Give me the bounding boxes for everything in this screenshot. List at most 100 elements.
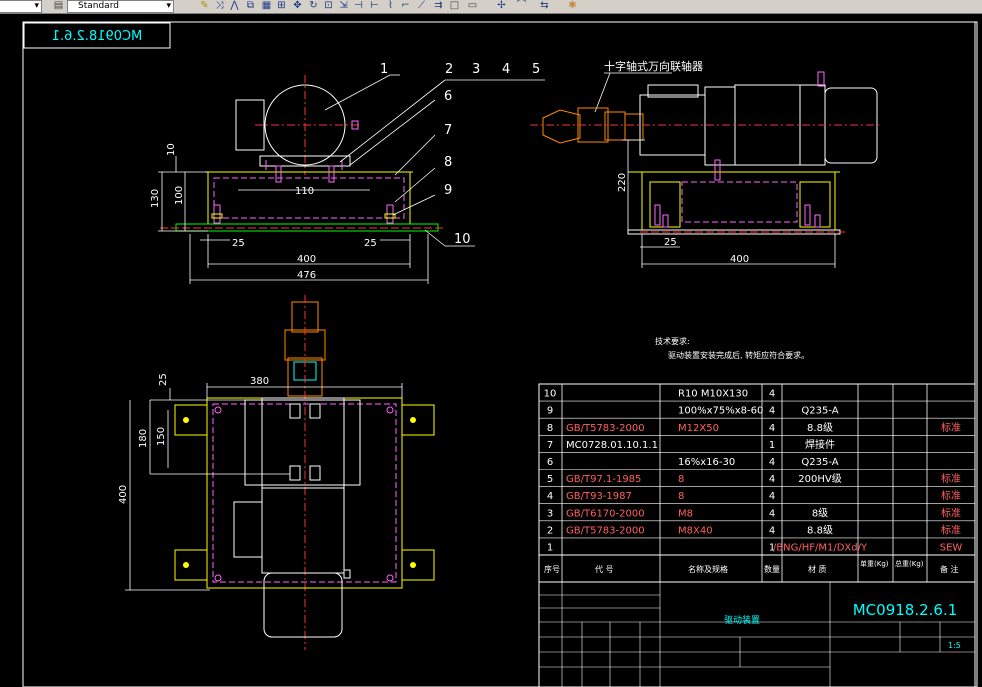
- callout-5: 5: [532, 62, 540, 77]
- grid-icon[interactable]: ▦: [260, 0, 273, 12]
- dim-130: 130: [150, 189, 161, 208]
- title-block: 驱动装置 MC0918.2.6.1 1:5: [538, 581, 976, 687]
- tech-req-text: 驱动装置安装完成后, 转矩应符合要求。: [668, 350, 809, 360]
- bom-cell-name: 100%x75%x8-60: [678, 406, 763, 417]
- bom-cell-code: GB/T93-1987: [566, 491, 632, 502]
- bom-header-name: 名称及规格: [688, 564, 728, 574]
- bom-header-material: 材 质: [808, 564, 827, 574]
- bom-cell-no: 9: [547, 406, 553, 417]
- side-frame: [641, 171, 836, 231]
- copy-icon[interactable]: ⧉: [244, 0, 257, 12]
- plan-view: 380 25 180 150 400: [118, 295, 435, 650]
- bom-cell-note: 标准: [941, 507, 961, 519]
- bom-cell-name: M8: [678, 508, 693, 519]
- callout-4: 4: [502, 62, 510, 77]
- mirror-icon[interactable]: ⋀: [228, 0, 241, 12]
- bom-cell-qty: 4: [769, 423, 775, 434]
- callout-1: 1: [380, 62, 388, 77]
- scale-icon[interactable]: ⊡: [322, 0, 335, 12]
- coupling-label: 十字轴式万向联轴器: [604, 59, 703, 73]
- break-icon[interactable]: ⌇: [384, 0, 397, 12]
- join-icon[interactable]: ⟋: [415, 0, 428, 12]
- bom-cell-material: 8.8级: [807, 422, 833, 434]
- bom-cell-note: SEW: [940, 543, 963, 554]
- dim-25-side: 25: [664, 237, 677, 248]
- callout-7: 7: [444, 123, 452, 138]
- bom-cell-no: 6: [547, 457, 553, 468]
- bom-header-code: 代 号: [595, 564, 614, 574]
- rect-icon[interactable]: □: [448, 0, 461, 12]
- drawing-scale: 1:5: [948, 641, 961, 650]
- drawing-number: MC0918.2.6.1: [853, 601, 958, 619]
- bom-header-note: 备 注: [940, 564, 959, 574]
- text-style-dropdown[interactable]: Standard ▾: [67, 0, 174, 13]
- explode-icon[interactable]: ✢: [495, 0, 508, 12]
- bom-cell-name: M12X50: [678, 423, 719, 434]
- dim-25-right: 25: [364, 238, 377, 249]
- bom-cell-note: 标准: [941, 473, 961, 485]
- bom-cell-qty: 4: [769, 457, 775, 468]
- bom-cell-name: 16%x16-30: [678, 457, 735, 468]
- dim-400-front: 400: [297, 254, 316, 265]
- bom-cell-material: 焊接件: [805, 438, 835, 451]
- side-view: 十字轴式万向联轴器 220 25 400: [530, 59, 880, 268]
- bom-cell-qty: 4: [769, 508, 775, 519]
- bom-cell-code: GB/T5783-2000: [566, 525, 645, 536]
- layer-dropdown[interactable]: ▾: [0, 0, 42, 13]
- bom-cell-qty: 4: [769, 474, 775, 485]
- array-icon[interactable]: ⊞: [275, 0, 288, 12]
- chamfer-icon[interactable]: ⌐: [399, 0, 412, 12]
- callout-leaders: [324, 74, 545, 247]
- bom-cell-code: MC0728.01.10.1.1: [566, 440, 658, 451]
- text-style-icon: ▤: [53, 0, 64, 11]
- toolbar: ▾ ▤ Standard ▾ ✎ ⤨ ⋀ ⧉ ▦ ⊞ ✥ ↻ ⊡ ⇲ ⊣ ⊢ ⌇ …: [0, 0, 982, 14]
- bom-header-total-weight: 总重(Kg): [895, 559, 924, 568]
- square-icon[interactable]: ▭: [466, 0, 479, 12]
- move-icon[interactable]: ⤨: [213, 0, 226, 12]
- extend-icon[interactable]: ⊢: [368, 0, 381, 12]
- bom-cell-material: /BNG/HF/M1/DXd/Y: [773, 543, 868, 554]
- bom-cell-no: 3: [547, 508, 553, 519]
- bom-cell-no: 5: [547, 474, 553, 485]
- bom-cell-name: M8X40: [678, 525, 713, 536]
- bom-cell-code: GB/T6170-2000: [566, 508, 645, 519]
- stretch-icon[interactable]: ⇲: [337, 0, 350, 12]
- pencil-icon[interactable]: ✎: [198, 0, 211, 12]
- dropdown-arrow-icon: ▾: [34, 1, 39, 11]
- dim-380: 380: [250, 376, 269, 387]
- dim-400-side: 400: [730, 254, 749, 265]
- callout-9: 9: [444, 183, 452, 198]
- bom-cell-material: Q235-A: [801, 406, 838, 417]
- bom-cell-qty: 4: [769, 389, 775, 400]
- offset-icon[interactable]: ⇉: [432, 0, 445, 12]
- bom-table: 10 R10 M10X130 4 9 100%x75%x8-60 4 Q235-A 8 GB/T…: [538, 383, 976, 583]
- trim-icon[interactable]: ⊣: [352, 0, 365, 12]
- drawing-canvas[interactable]: MC0918.2.6.1 10 130 100 110 25 25 400 47…: [0, 14, 982, 687]
- bom-header-qty: 数量: [764, 564, 780, 574]
- bom-cell-name: R10 M10X130: [678, 389, 748, 400]
- dim-180: 180: [138, 429, 149, 448]
- bom-cell-note: 标准: [941, 524, 961, 536]
- callout-10: 10: [454, 232, 471, 247]
- text-style-value: Standard: [78, 1, 119, 11]
- properties-icon[interactable]: ✱: [566, 0, 579, 12]
- bom-cell-note: 标准: [941, 422, 961, 434]
- bom-cell-note: 标准: [941, 490, 961, 502]
- callout-3: 3: [472, 62, 480, 77]
- bom-cell-no: 7: [547, 440, 553, 451]
- measure-icon[interactable]: ⇆: [538, 0, 551, 12]
- bom-cell-no: 2: [547, 525, 553, 536]
- cad-drawing: MC0918.2.6.1 10 130 100 110 25 25 400 47…: [22, 21, 978, 687]
- bom-header-unit-weight: 单重(Kg): [860, 559, 889, 568]
- callout-6: 6: [444, 89, 452, 104]
- dim-220: 220: [617, 173, 628, 192]
- front-view: 10 130 100 110 25 25 400 476 1 2 3 4 5 6…: [150, 62, 545, 284]
- bom-cell-qty: 4: [769, 406, 775, 417]
- bom-cell-material: 8.8级: [807, 524, 833, 536]
- pan-icon[interactable]: ✥: [291, 0, 304, 12]
- bom-cell-no: 8: [547, 423, 553, 434]
- rotate-icon[interactable]: ↻: [307, 0, 320, 12]
- drawing-frame: [22, 21, 978, 687]
- tech-req-title: 技术要求:: [655, 336, 690, 346]
- fillet-icon[interactable]: ⌒: [515, 0, 528, 12]
